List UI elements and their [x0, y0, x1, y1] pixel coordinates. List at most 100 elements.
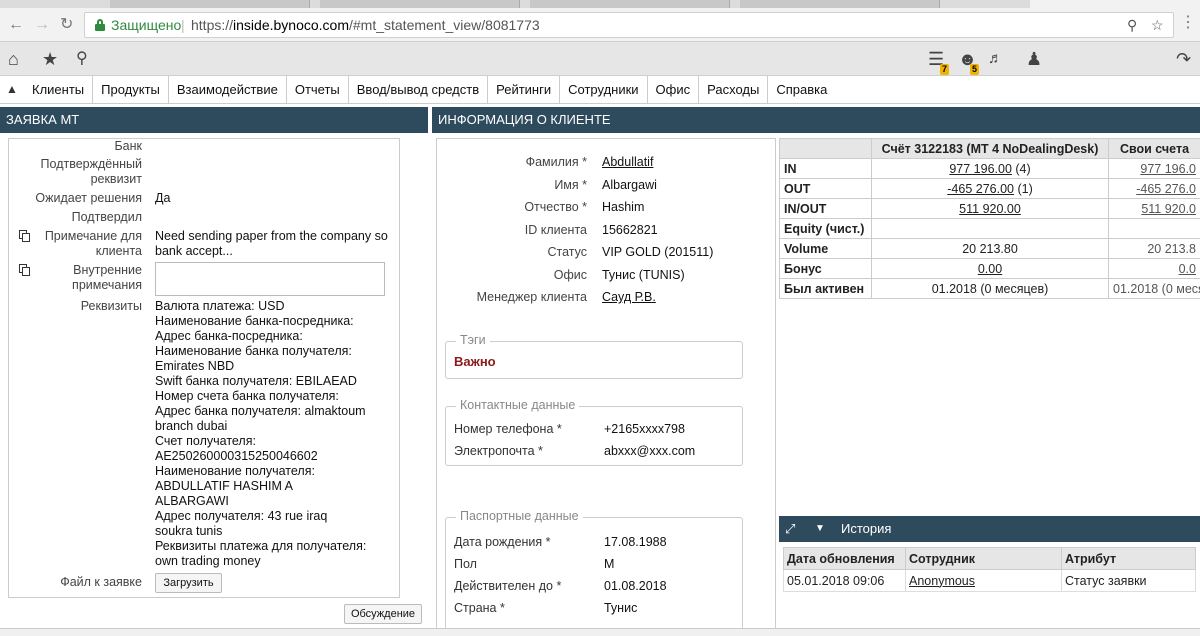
logout-icon[interactable]: ↷ — [1176, 49, 1191, 69]
url-path: /#mt_statement_view/8081773 — [348, 17, 540, 33]
history-col-date[interactable]: Дата обновления — [783, 547, 906, 570]
profile-icon[interactable]: ♟ — [1026, 49, 1042, 69]
birth-date-label: Дата рождения * — [454, 535, 551, 549]
requisites-label: Реквизиты — [80, 299, 142, 313]
account-row-value[interactable]: 0.00 — [978, 262, 1002, 276]
client-field-label: Менеджер клиента — [476, 290, 587, 304]
app-toolbar: ⌂ ★ ⚲ ☰ 7 ☻ 5 ♬ ♟ ↷ — [0, 42, 1200, 76]
forward-arrow-icon[interactable]: → — [34, 16, 50, 34]
account-row-value-cell: 0.00 — [871, 258, 1109, 279]
internal-note-input[interactable] — [155, 262, 385, 296]
expand-icon[interactable]: ⤢ — [785, 516, 795, 542]
account-row-label: Бонус — [779, 258, 872, 279]
account-row-value[interactable]: -465 276.00 — [947, 182, 1014, 196]
client-field-value: VIP GOLD (201511) — [602, 245, 714, 259]
client-field-value[interactable]: Сауд Р.В. — [602, 288, 656, 306]
passport-legend: Паспортные данные — [456, 509, 583, 523]
client-info-panel: Фамилия * Abdullatif Имя * Albargawi Отчеств… — [436, 138, 776, 636]
account-row-count: (4) — [1011, 161, 1031, 176]
browser-tab[interactable] — [110, 0, 310, 8]
account-summary-table: Счёт 3122183 (MT 4 NoDealingDesk) Свои с… — [779, 138, 1200, 299]
history-table: Дата обновления Сотрудник Атрибут 05.01.… — [783, 547, 1196, 592]
client-field-label: Офис — [553, 267, 587, 282]
awaiting-decision-value: Да — [155, 191, 171, 205]
menu-item[interactable]: Взаимодействие — [169, 76, 287, 104]
account-row-value[interactable]: 977 196.00 — [949, 162, 1012, 176]
own-accounts-value[interactable]: 977 196.0 — [1108, 158, 1200, 179]
reload-icon[interactable]: ↻ — [60, 16, 73, 34]
history-date: 05.01.2018 09:06 — [787, 573, 885, 588]
search-icon[interactable]: ⚲ — [76, 49, 88, 69]
menu-item[interactable]: Продукты — [93, 76, 169, 104]
menu-item[interactable]: Сотрудники — [560, 76, 648, 104]
client-field-label: Статус — [547, 245, 587, 259]
account-column-header: Счёт 3122183 (MT 4 NoDealingDesk) — [871, 138, 1109, 159]
bank-label: Банк — [114, 139, 142, 153]
client-note-label: Примечание для клиента — [44, 229, 142, 258]
client-field-value: Тунис (TUNIS) — [602, 267, 685, 282]
home-icon[interactable]: ⌂ — [8, 49, 19, 69]
email-value: abxxx@xxx.com — [604, 444, 696, 458]
client-field-value[interactable]: Abdullatif — [602, 153, 653, 171]
own-accounts-value[interactable]: 0.0 — [1108, 258, 1200, 279]
account-row: Был активен 01.2018 (0 месяцев) 01.2018 (0… — [779, 278, 1200, 299]
own-accounts-value[interactable]: -465 276.0 — [1108, 178, 1200, 199]
main-menu-items: Клиенты Продукты Взаимодействие Отчеты Ввод/… — [24, 76, 835, 104]
history-col-employee[interactable]: Сотрудник — [905, 547, 1062, 570]
own-accounts-value: 01.2018 (0 месяц — [1108, 278, 1200, 299]
bookmark-star-icon[interactable]: ☆ — [1151, 17, 1164, 34]
account-row-value[interactable]: 511 920.00 — [959, 202, 1021, 216]
url-scheme: https:// — [191, 17, 234, 33]
menu-item[interactable]: Рейтинги — [488, 76, 561, 104]
account-row: Volume 20 213.80 20 213.8 — [779, 238, 1200, 259]
upload-button[interactable]: Загрузить — [155, 573, 222, 593]
browser-tabstrip — [0, 0, 1200, 8]
favorites-star-icon[interactable]: ★ — [42, 49, 58, 69]
phone-value: +2165xxxx798 — [604, 422, 685, 436]
dropdown-caret-icon[interactable]: ▼ — [815, 516, 825, 542]
url-text[interactable]: https://inside.bynoco.com/#mt_statement_… — [191, 17, 540, 33]
discussion-button[interactable]: Обсуждение — [344, 604, 422, 624]
history-col-attribute[interactable]: Атрибут — [1061, 547, 1196, 570]
collapse-caret-icon[interactable]: ▲ — [6, 82, 18, 96]
main-menu: ▲ Клиенты Продукты Взаимодействие Отчеты Вво… — [0, 76, 1200, 104]
country-label: Страна * — [454, 601, 505, 615]
own-accounts-value: 20 213.8 — [1108, 238, 1200, 259]
account-row-value-cell: 977 196.00 (4) — [871, 158, 1109, 179]
browser-tab[interactable] — [320, 0, 520, 8]
browser-tab[interactable] — [530, 0, 730, 8]
menu-item[interactable]: Расходы — [699, 76, 769, 104]
own-accounts-value[interactable]: 511 920.0 — [1108, 198, 1200, 219]
account-row: OUT -465 276.00 (1) -465 276.0 — [779, 178, 1200, 199]
client-field-row: Менеджер клиента Сауд Р.В. — [437, 288, 775, 306]
client-info-header: ИНФОРМАЦИЯ О КЛИЕНТЕ — [432, 107, 1200, 133]
menu-item[interactable]: Ввод/вывод средств — [349, 76, 489, 104]
mt-request-panel: Банк Подтверждённый реквизит Ожидает реш… — [8, 138, 400, 598]
sound-icon[interactable]: ♬ — [988, 49, 1003, 69]
menu-item[interactable]: Отчеты — [287, 76, 349, 104]
back-arrow-icon[interactable]: ← — [8, 16, 24, 34]
browser-menu-icon[interactable]: ⋮ — [1180, 14, 1196, 32]
account-row-value-cell — [871, 218, 1109, 239]
history-employee[interactable]: Anonymous — [909, 574, 975, 588]
internal-note-label: Внутренние примечания — [72, 263, 142, 292]
browser-tab[interactable] — [740, 0, 940, 8]
history-employee-cell: Anonymous — [905, 569, 1062, 592]
awaiting-decision-label: Ожидает решения — [35, 191, 142, 205]
account-row-label: OUT — [779, 178, 872, 199]
client-field-value: Hashim — [602, 200, 645, 214]
confirmed-requisite-label: Подтверждённый реквизит — [40, 157, 142, 186]
menu-item[interactable]: Справка — [768, 76, 835, 104]
browser-tab-active[interactable] — [1030, 0, 1200, 8]
client-field-row: Фамилия * Abdullatif — [437, 153, 775, 171]
menu-item[interactable]: Офис — [648, 76, 700, 104]
zoom-icon[interactable]: ⚲ — [1127, 17, 1137, 34]
account-row-value-cell: 511 920.00 — [871, 198, 1109, 219]
menu-item[interactable]: Клиенты — [24, 76, 94, 104]
tag-important[interactable]: Важно — [454, 354, 496, 369]
phone-label: Номер телефона * — [454, 422, 562, 436]
account-row-value-cell: -465 276.00 (1) — [871, 178, 1109, 199]
account-row-value-cell: 20 213.80 — [871, 238, 1109, 259]
client-field-row: Офис Тунис (TUNIS) — [437, 266, 775, 284]
address-bar[interactable]: Защищено | https://inside.bynoco.com/#mt… — [84, 12, 1174, 38]
